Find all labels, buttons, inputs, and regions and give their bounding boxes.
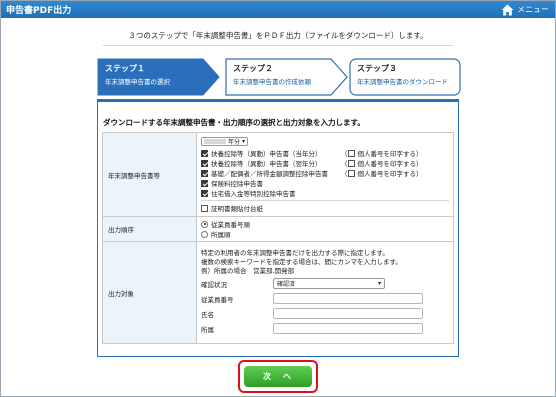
step-3-subtitle: 年末調整申告書のダウンロード bbox=[357, 78, 448, 86]
name-field-row: 氏名 bbox=[201, 306, 449, 321]
divider bbox=[103, 45, 453, 46]
step-1: ステップ１ 年末調整申告書の選択 bbox=[97, 58, 221, 96]
divider bbox=[201, 200, 449, 201]
year-select[interactable]: 年分 ▾ bbox=[201, 136, 249, 146]
form-item-3-checkbox[interactable] bbox=[201, 169, 208, 177]
menu-button[interactable]: メニュー bbox=[501, 2, 549, 17]
target-label: 出力対象 bbox=[102, 241, 197, 344]
step-2-subtitle: 年末調整申告書の作成依頼 bbox=[233, 78, 311, 86]
home-icon bbox=[501, 4, 514, 15]
year-suffix: 年分 bbox=[228, 138, 241, 146]
form-item-3-option-label: 個人番号を印字する bbox=[357, 170, 417, 178]
emp-no-field-row: 従業員番号 bbox=[201, 291, 449, 306]
form-item-3-label: 基礎／配偶者／所得金額調整控除申告書 bbox=[211, 170, 328, 178]
dept-input[interactable] bbox=[273, 323, 423, 334]
order-option-2[interactable]: 所属順 bbox=[201, 229, 449, 239]
name-label: 氏名 bbox=[201, 310, 214, 319]
form-item-1-mynumber-checkbox[interactable] bbox=[347, 149, 355, 157]
step-3-title: ステップ３ bbox=[357, 64, 397, 73]
name-input[interactable] bbox=[273, 308, 423, 319]
status-select[interactable]: 確認済 ▾ bbox=[273, 278, 385, 289]
panel-heading: ダウンロードする年末調整申告書・出力順序の選択と出力対象を入力します。 bbox=[103, 118, 365, 127]
title-bar: 申告書PDF出力 メニュー bbox=[1, 1, 555, 18]
form-item-5-label: 住宅借入金等特別控除申告書 bbox=[211, 190, 296, 198]
order-option-1-radio[interactable] bbox=[201, 220, 208, 228]
selection-panel: ダウンロードする年末調整申告書・出力順序の選択と出力対象を入力します。 年末調整… bbox=[97, 99, 459, 357]
order-option-2-label: 所属順 bbox=[211, 231, 231, 239]
form-item-3[interactable]: 基礎／配偶者／所得金額調整控除申告書 （個人番号を印字する） bbox=[201, 168, 449, 178]
target-row: 出力対象 特定の利用者の年末調整申告書だけを出力する際に指定します。 複数の検索… bbox=[102, 241, 454, 344]
form-item-5[interactable]: 住宅借入金等特別控除申告書 bbox=[201, 188, 449, 198]
order-option-1[interactable]: 従業員番号順 bbox=[201, 219, 449, 229]
form-item-1-option-label: 個人番号を印字する bbox=[357, 150, 417, 158]
settings-table: 年末調整申告書等 年分 ▾ 扶養控除等（異動）申告書（当年分） （個人番号を印字… bbox=[102, 132, 454, 344]
attach-label: 証明書類貼付台紙 bbox=[211, 205, 263, 213]
next-button-highlight: 次 へ bbox=[238, 360, 318, 393]
target-note-1: 特定の利用者の年末調整申告書だけを出力する際に指定します。 bbox=[201, 249, 389, 257]
step-1-title: ステップ１ bbox=[105, 64, 145, 73]
form-item-2-mynumber-checkbox[interactable] bbox=[347, 159, 355, 167]
order-row: 出力順序 従業員番号順 所属順 bbox=[102, 216, 454, 242]
form-item-2[interactable]: 扶養控除等（異動）申告書（翌年分） （個人番号を印字する） bbox=[201, 158, 449, 168]
form-item-3-mynumber-checkbox[interactable] bbox=[347, 169, 355, 177]
dept-field-row: 所属 bbox=[201, 321, 449, 336]
year-value bbox=[204, 138, 226, 144]
dept-label: 所属 bbox=[201, 325, 214, 334]
form-item-1[interactable]: 扶養控除等（異動）申告書（当年分） （個人番号を印字する） bbox=[201, 148, 449, 158]
status-label: 確認状況 bbox=[201, 280, 227, 289]
form-item-2-checkbox[interactable] bbox=[201, 159, 208, 167]
form-item-5-checkbox[interactable] bbox=[201, 189, 208, 197]
forms-label: 年末調整申告書等 bbox=[102, 132, 197, 217]
target-note-2: 複数の検索キーワードを指定する場合は、間にカンマを入力します。 bbox=[201, 258, 402, 266]
chevron-down-icon: ▾ bbox=[242, 137, 246, 145]
attach-item[interactable]: 証明書類貼付台紙 bbox=[201, 203, 449, 213]
menu-label: メニュー bbox=[517, 5, 549, 14]
step-3: ステップ３ 年末調整申告書のダウンロード bbox=[349, 58, 461, 96]
step-2-title: ステップ２ bbox=[233, 64, 273, 73]
order-label: 出力順序 bbox=[102, 216, 197, 242]
form-item-4[interactable]: 保険料控除申告書 bbox=[201, 178, 449, 188]
emp-no-label: 従業員番号 bbox=[201, 295, 234, 304]
order-option-2-radio[interactable] bbox=[201, 230, 208, 238]
form-item-4-checkbox[interactable] bbox=[201, 179, 208, 187]
target-note-3: 例）所属の場合 営業部,開発部 bbox=[201, 267, 295, 275]
step-1-subtitle: 年末調整申告書の選択 bbox=[105, 78, 170, 86]
status-value: 確認済 bbox=[277, 281, 296, 288]
form-item-4-label: 保険料控除申告書 bbox=[211, 180, 263, 188]
form-item-2-option-label: 個人番号を印字する bbox=[357, 160, 417, 168]
emp-no-input[interactable] bbox=[273, 293, 423, 304]
attach-checkbox[interactable] bbox=[201, 204, 208, 212]
next-button[interactable]: 次 へ bbox=[244, 366, 312, 387]
chevron-down-icon: ▾ bbox=[377, 280, 381, 287]
intro-text: ３つのステップで「年末調整申告書」をＰＤＦ出力（ファイルをダウンロード）します。 bbox=[128, 31, 428, 40]
order-option-1-label: 従業員番号順 bbox=[211, 221, 250, 229]
form-item-2-label: 扶養控除等（異動）申告書（翌年分） bbox=[211, 160, 322, 168]
forms-row: 年末調整申告書等 年分 ▾ 扶養控除等（異動）申告書（当年分） （個人番号を印字… bbox=[102, 132, 454, 217]
form-item-1-label: 扶養控除等（異動）申告書（当年分） bbox=[211, 150, 322, 158]
form-item-1-checkbox[interactable] bbox=[201, 149, 208, 157]
status-field-row: 確認状況 確認済 ▾ bbox=[201, 276, 449, 291]
step-2: ステップ２ 年末調整申告書の作成依頼 bbox=[225, 58, 349, 96]
app-title: 申告書PDF出力 bbox=[6, 6, 72, 16]
